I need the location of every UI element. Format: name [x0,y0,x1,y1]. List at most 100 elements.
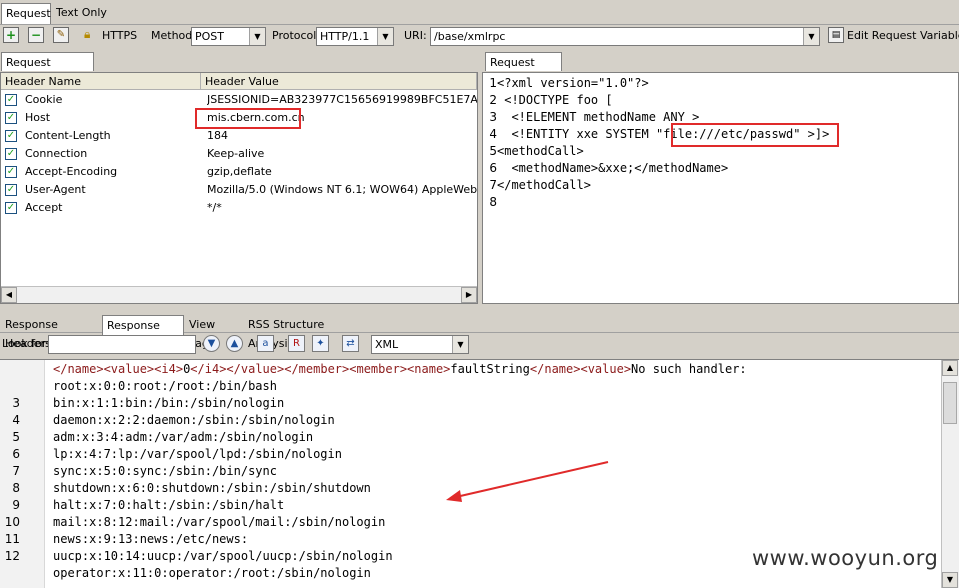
code-line: 5<methodCall> [483,143,584,160]
response-text: sync:x:5:0:sync:/sbin:/bin/sync [53,464,277,478]
response-line: root:x:0:0:root:/root:/bin/bash [0,378,940,395]
code-line: 7</methodCall> [483,177,591,194]
header-name: Connection [25,147,88,160]
watermark: www.wooyun.org [752,546,939,570]
request-headers-title[interactable]: Request Headers [1,52,94,88]
response-line: 5 adm:x:3:4:adm:/var/adm:/sbin/nologin [0,429,940,446]
table-row[interactable]: ✓ User-Agent Mozilla/5.0 (Windows NT 6.1; … [1,181,477,199]
response-text: uucp:x:10:14:uucp:/var/spool/uucp:/sbin/… [53,549,393,563]
table-row[interactable]: ✓ Accept */* [1,199,477,217]
response-text: bin:x:1:1:bin:/bin:/sbin/nologin [53,396,285,410]
method-label: Method: [151,29,196,42]
vertical-scrollbar[interactable]: ▲ ▼ [941,360,959,588]
regex-icon[interactable]: R [288,335,305,352]
header-value: JSESSIONID=AB323977C15656919989BFC51E7A7… [207,93,477,106]
request-data-title[interactable]: Request Data [485,52,562,88]
line-number: 6 [489,161,497,175]
line-number: 8 [12,481,20,495]
annotation-arrow-icon [446,461,609,502]
response-text: </name><value><i4>0</i4></value></member… [53,362,747,376]
horizontal-scrollbar[interactable]: ◀ ▶ [1,286,477,303]
line-number: 1 [489,76,497,90]
response-line: 10 mail:x:8:12:mail:/var/spool/mail:/sbin… [0,514,940,531]
request-headers-table: Header Name Header Value ✓ Cookie JSESSION… [0,72,478,304]
enabled-checkbox[interactable]: ✓ [5,112,17,124]
look-for-input[interactable] [48,335,196,354]
protocol-label: Protocol: [272,29,321,42]
line-number: 7 [489,178,497,192]
scroll-up-icon[interactable]: ▲ [942,360,958,376]
variables-icon[interactable]: ▤ [828,27,844,43]
response-line: 4 daemon:x:2:2:daemon:/sbin:/sbin/nologin [0,412,940,429]
header-value: Keep-alive [207,147,265,160]
response-text: mail:x:8:12:mail:/var/spool/mail:/sbin/n… [53,515,386,529]
header-name: Cookie [25,93,63,106]
method-select[interactable]: POST ▼ [191,27,266,46]
code-line: 8 [483,194,497,211]
enabled-checkbox[interactable]: ✓ [5,202,17,214]
col-header-name[interactable]: Header Name [1,73,201,90]
tab-rss-structure-analysis[interactable]: RSS Structure Analysis [244,315,364,350]
enabled-checkbox[interactable]: ✓ [5,94,17,106]
entity-highlight-box [671,123,839,147]
https-label[interactable]: HTTPS [102,29,137,42]
tab-text-only[interactable]: Text Only [52,3,112,22]
header-name: Accept-Encoding [25,165,118,178]
line-number: 8 [489,195,497,209]
request-data-editor[interactable]: 1<?xml version="1.0"?> 2 <!DOCTYPE foo [3… [482,72,959,304]
code-line: 3 <!ELEMENT methodName ANY > [483,109,699,126]
wrap-icon[interactable]: ⇄ [342,335,359,352]
remove-icon[interactable]: − [28,27,44,43]
table-row[interactable]: ✓ Cookie JSESSIONID=AB323977C15656919989BF… [1,91,477,109]
tab-response-headers[interactable]: Response Headers [1,315,101,350]
format-select[interactable]: XML ▼ [371,335,469,354]
line-number: 4 [12,413,20,427]
line-number: 5 [12,430,20,444]
col-header-value[interactable]: Header Value [201,73,477,90]
code-text: <!ELEMENT methodName ANY > [497,110,700,124]
response-text: news:x:9:13:news:/etc/news: [53,532,249,546]
enabled-checkbox[interactable]: ✓ [5,130,17,142]
header-name: Accept [25,201,63,214]
request-toolbar: + − ✎ 🔒︎ HTTPS Method: POST ▼ Protocol: H… [0,25,959,49]
header-name: User-Agent [25,183,86,196]
edit-request-variables-button[interactable]: Edit Request Variables [847,29,959,42]
response-text: daemon:x:2:2:daemon:/sbin:/sbin/nologin [53,413,335,427]
tab-request[interactable]: Request [1,3,51,24]
tab-view-page[interactable]: View Page [185,315,243,350]
chevron-down-icon: ▼ [452,336,468,353]
highlight-all-icon[interactable]: ✦ [312,335,329,352]
enabled-checkbox[interactable]: ✓ [5,148,17,160]
scroll-right-icon[interactable]: ▶ [461,287,477,303]
line-number: 12 [4,549,20,563]
scroll-down-icon[interactable]: ▼ [942,572,958,588]
scroll-left-icon[interactable]: ◀ [1,287,17,303]
protocol-value: HTTP/1.1 [320,30,370,43]
response-text: shutdown:x:6:0:shutdown:/sbin:/sbin/shut… [53,481,371,495]
header-value: */* [207,201,222,214]
find-up-icon[interactable]: ▲ [226,335,243,352]
code-text: </methodCall> [497,178,591,192]
table-row[interactable]: ✓ Accept-Encoding gzip,deflate [1,163,477,181]
add-icon[interactable]: + [3,27,19,43]
find-down-icon[interactable]: ▼ [203,335,220,352]
header-value: 184 [207,129,228,142]
match-case-icon[interactable]: a [257,335,274,352]
edit-icon[interactable]: ✎ [53,27,69,43]
code-text: <?xml version="1.0"?> [497,76,649,90]
line-number: 10 [4,515,20,529]
line-number: 3 [489,110,497,124]
enabled-checkbox[interactable]: ✓ [5,184,17,196]
method-value: POST [195,30,224,43]
line-number: 11 [4,532,20,546]
enabled-checkbox[interactable]: ✓ [5,166,17,178]
table-row[interactable]: ✓ Content-Length 184 [1,127,477,145]
scrollbar-thumb[interactable] [943,382,957,424]
table-row[interactable]: ✓ Connection Keep-alive [1,145,477,163]
code-text: <methodName>&xxe;</methodName> [497,161,729,175]
line-number: 9 [12,498,20,512]
uri-input[interactable]: /base/xmlrpc ▼ [430,27,820,46]
line-number: 7 [12,464,20,478]
code-text: <methodCall> [497,144,584,158]
protocol-select[interactable]: HTTP/1.1 ▼ [316,27,394,46]
